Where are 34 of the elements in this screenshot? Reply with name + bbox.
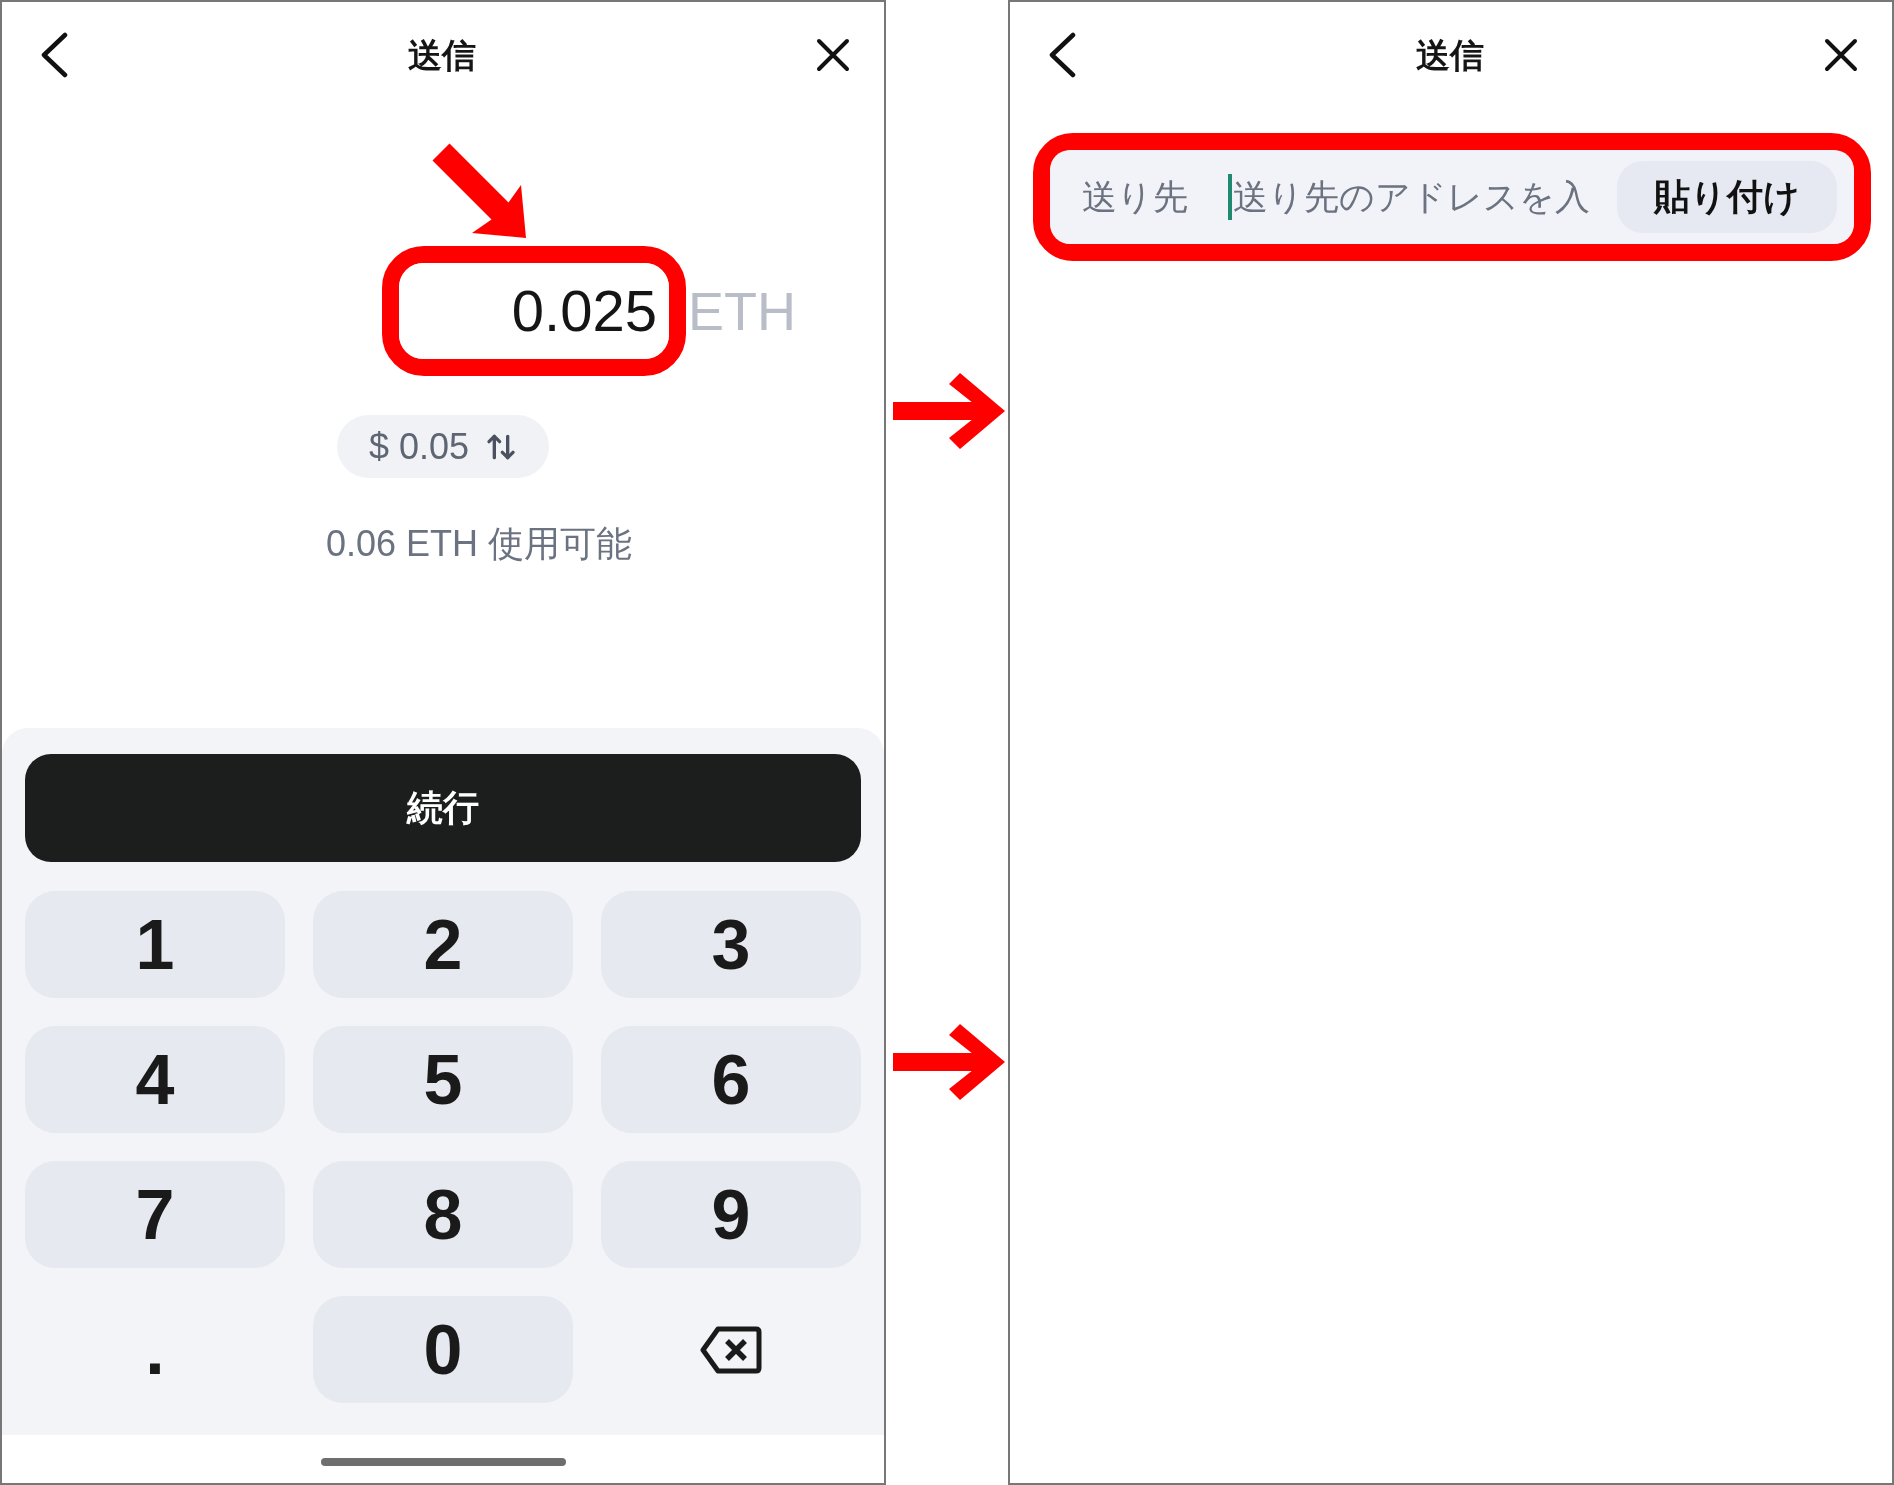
screen-title: 送信 [1416, 34, 1484, 76]
fiat-toggle[interactable]: $ 0.05 [336, 415, 550, 478]
amount-field[interactable]: 0.025 [399, 263, 669, 359]
keypad-key[interactable]: 0 [313, 1296, 573, 1403]
currency-unit: ETH [688, 284, 796, 338]
keypad-key[interactable]: 4 [25, 1026, 285, 1133]
keypad-key[interactable]: . [25, 1296, 285, 1403]
available-balance: 0.06 ETH 使用可能 [325, 522, 633, 566]
continue-button[interactable]: 続行 [25, 754, 861, 862]
close-icon [1824, 38, 1858, 72]
keypad-key[interactable]: 3 [601, 891, 861, 998]
keypad-key[interactable]: 6 [601, 1026, 861, 1133]
keypad-key[interactable]: 7 [25, 1161, 285, 1268]
arrow-icon [893, 373, 1005, 449]
backspace-icon [700, 1325, 762, 1374]
back-chevron-icon [1048, 32, 1076, 78]
back-button[interactable] [39, 32, 69, 78]
keypad-key[interactable]: 5 [313, 1026, 573, 1133]
address-field[interactable]: 送り先 送り先のアドレスを入 貼り付け [1050, 150, 1854, 244]
close-button[interactable] [815, 37, 851, 73]
close-icon [816, 38, 850, 72]
back-button[interactable] [1047, 32, 1077, 78]
screen-title: 送信 [408, 34, 476, 76]
arrow-icon [893, 1024, 1005, 1100]
keypad-key[interactable]: 9 [601, 1161, 861, 1268]
keypad-key[interactable]: 8 [313, 1161, 573, 1268]
close-button[interactable] [1823, 37, 1859, 73]
keypad-key[interactable]: 2 [313, 891, 573, 998]
field-label: 送り先 [1082, 175, 1188, 218]
paste-button[interactable]: 貼り付け [1617, 161, 1837, 233]
arrow-icon [430, 142, 528, 240]
keypad-key[interactable]: 1 [25, 891, 285, 998]
address-input[interactable]: 送り先のアドレスを入 [1233, 172, 1617, 222]
back-chevron-icon [40, 32, 68, 78]
